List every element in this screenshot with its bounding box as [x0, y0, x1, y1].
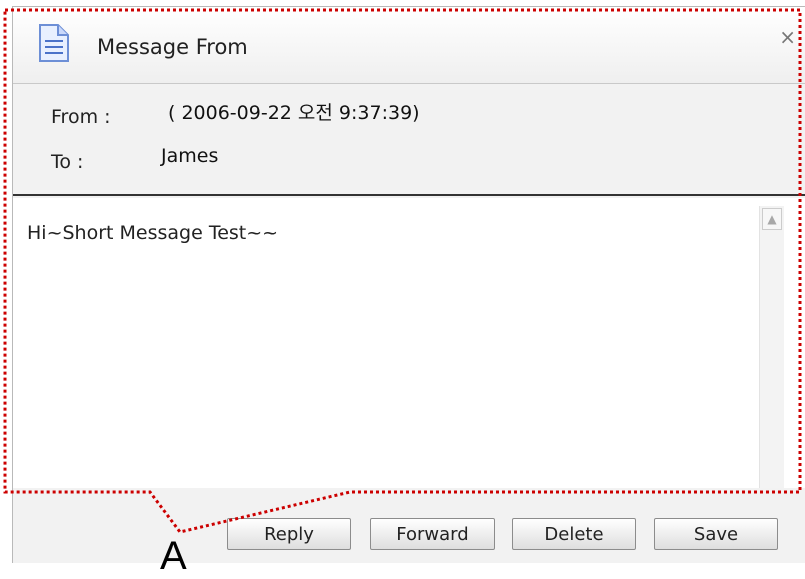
title-bar: Message From × — [13, 7, 805, 84]
to-label: To : — [51, 151, 84, 173]
message-body-area[interactable]: Hi~Short Message Test~~ ▲ — [13, 198, 805, 488]
delete-button[interactable]: Delete — [512, 518, 636, 550]
message-body-text: Hi~Short Message Test~~ — [27, 222, 279, 244]
annotation-label: A — [160, 534, 187, 578]
from-value: ( 2006-09-22 오전 9:37:39) — [168, 102, 420, 124]
to-value: James — [161, 145, 219, 167]
message-window: Message From × From : ( 2006-09-22 오전 9:… — [12, 6, 805, 563]
header-divider — [13, 194, 805, 196]
window-title: Message From — [97, 35, 248, 59]
from-label: From : — [51, 106, 111, 128]
vertical-scrollbar[interactable]: ▲ — [759, 206, 784, 488]
document-icon — [39, 24, 69, 62]
save-button[interactable]: Save — [654, 518, 778, 550]
message-header: From : ( 2006-09-22 오전 9:37:39) To : Jam… — [13, 84, 805, 197]
reply-button[interactable]: Reply — [227, 518, 351, 550]
forward-button[interactable]: Forward — [370, 518, 495, 550]
close-icon[interactable]: × — [779, 25, 796, 49]
scroll-up-arrow-icon[interactable]: ▲ — [762, 208, 782, 230]
button-bar: Reply Forward Delete Save — [13, 488, 805, 563]
